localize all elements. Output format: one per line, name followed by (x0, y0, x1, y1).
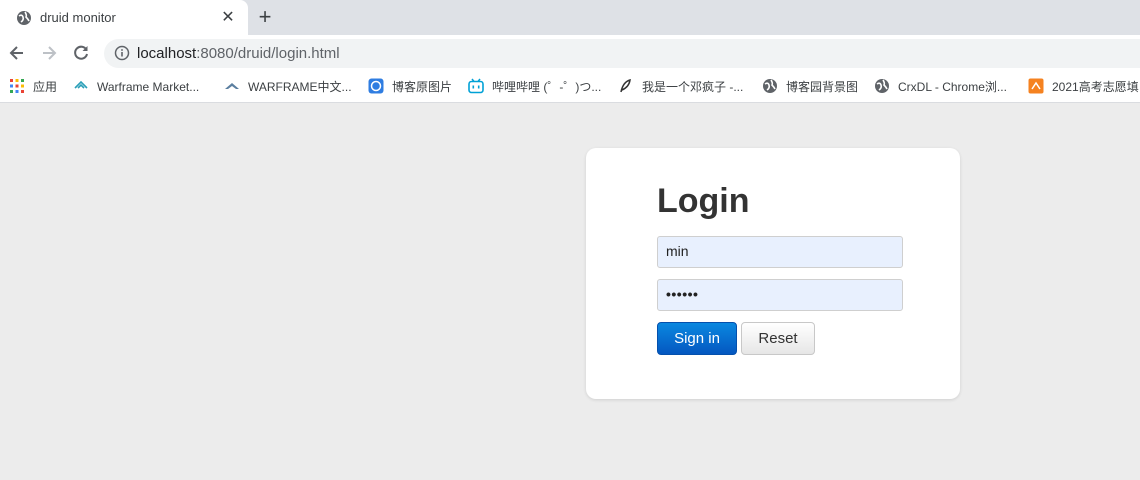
sign-in-button[interactable]: Sign in (657, 322, 737, 355)
bookmark-label: 博客原图片 (392, 80, 453, 94)
globe-icon (17, 11, 31, 25)
url-text: localhost:8080/druid/login.html (137, 45, 340, 62)
close-tab-icon[interactable]: ✕ (219, 9, 237, 27)
url-host: localhost (137, 45, 197, 62)
tab-title: druid monitor (40, 10, 116, 25)
address-bar[interactable]: localhost:8080/druid/login.html (104, 39, 1140, 68)
url-path: :8080/druid/login.html (196, 45, 340, 62)
bookmark-label: CrxDL - Chrome浏... (898, 80, 1007, 94)
page-content: Login min •••••• Sign in Reset (0, 104, 1140, 480)
bookmarks-bar: 应用 Warframe Market... WARFRAME中文... 博客原图… (0, 71, 1140, 103)
login-card: Login min •••••• Sign in Reset (586, 148, 960, 399)
password-mask: •••••• (666, 286, 699, 302)
back-icon[interactable] (6, 42, 28, 64)
warframe-icon (225, 83, 239, 89)
bilibili-icon (468, 78, 484, 94)
feather-icon (620, 78, 631, 93)
blog-icon (368, 78, 384, 94)
tab-strip: druid monitor ✕ + (0, 0, 1140, 35)
reload-icon[interactable] (70, 42, 92, 64)
bookmark-label: 应用 (33, 80, 58, 94)
globe-icon (763, 79, 777, 93)
reset-button[interactable]: Reset (741, 322, 815, 355)
password-input[interactable]: •••••• (657, 279, 903, 311)
site-info-icon[interactable] (114, 45, 130, 61)
new-tab-button[interactable]: + (255, 6, 275, 28)
tab-druid-monitor[interactable]: druid monitor ✕ (0, 0, 248, 35)
apps-grid-icon (10, 79, 24, 93)
username-input[interactable]: min (657, 236, 903, 268)
bookmark-label: Warframe Market... (97, 80, 200, 94)
orange-site-icon (1028, 78, 1044, 94)
browser-toolbar: localhost:8080/druid/login.html (0, 35, 1140, 71)
bookmark-label: 我是一个邓疯子 -... (642, 80, 744, 94)
bookmark-label: WARFRAME中文... (248, 80, 352, 94)
bookmark-label: 博客园背景图 (786, 80, 859, 94)
forward-icon[interactable] (38, 42, 60, 64)
bookmark-label: 2021高考志愿填 (1052, 80, 1139, 94)
bookmark-label: 哔哩哔哩 (゜-゜)つ... (492, 80, 602, 94)
globe-icon (875, 79, 889, 93)
warframe-market-icon (74, 80, 88, 89)
login-title: Login (657, 182, 750, 220)
